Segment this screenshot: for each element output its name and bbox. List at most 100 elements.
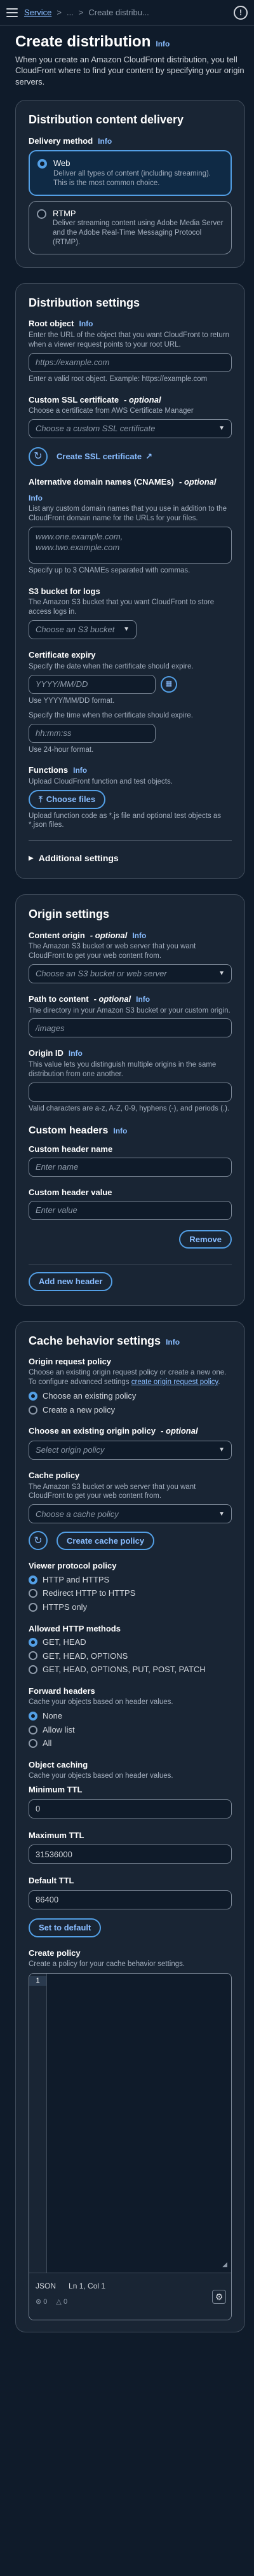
- optional-tag: - optional: [179, 477, 217, 487]
- radio-selected[interactable]: [37, 159, 47, 169]
- set-to-default-button[interactable]: Set to default: [29, 1918, 102, 1937]
- warning-icon: △: [56, 2298, 62, 2306]
- radio-unselected[interactable]: [37, 209, 46, 219]
- maximum-ttl-label: Maximum TTL: [29, 1830, 84, 1840]
- warning-count[interactable]: △ 0: [56, 2297, 67, 2307]
- add-new-header-button[interactable]: Add new header: [29, 1272, 113, 1291]
- cache-behavior-container: Cache behavior settings Info Origin requ…: [15, 1320, 245, 2333]
- radio-get-head-options[interactable]: GET, HEAD, OPTIONS: [29, 1651, 232, 1662]
- choose-files-button[interactable]: ⤒ Choose files: [29, 789, 106, 809]
- radio-all[interactable]: All: [29, 1738, 232, 1749]
- breadcrumb-service-link[interactable]: Service: [24, 7, 51, 18]
- info-link[interactable]: Info: [113, 1126, 127, 1136]
- custom-header-value-field: Custom header value Enter value: [29, 1187, 232, 1220]
- origin-id-input[interactable]: [29, 1082, 232, 1102]
- create-cache-policy-button[interactable]: Create cache policy: [57, 1531, 155, 1551]
- s3-select-placeholder: Choose an S3 bucket: [36, 625, 115, 635]
- radio-all-methods[interactable]: GET, HEAD, OPTIONS, PUT, POST, PATCH: [29, 1664, 232, 1675]
- remove-row: Remove: [29, 1229, 232, 1249]
- radio-new-policy[interactable]: Create a new policy: [29, 1404, 232, 1416]
- info-link[interactable]: Info: [29, 493, 43, 503]
- path-input[interactable]: /images: [29, 1018, 232, 1038]
- delivery-title: Distribution content delivery: [29, 113, 184, 127]
- radio-https-only[interactable]: HTTPS only: [29, 1602, 232, 1613]
- resize-handle-icon[interactable]: ◢: [222, 2261, 227, 2269]
- radio-selected[interactable]: [29, 1712, 37, 1721]
- content-origin-select[interactable]: Choose an S3 bucket or web server ▼: [29, 964, 232, 983]
- content-origin-placeholder: Choose an S3 bucket or web server: [36, 969, 167, 979]
- origin-request-policy-label: Origin request policy: [29, 1356, 112, 1366]
- info-link[interactable]: Info: [156, 39, 170, 48]
- warning-icon[interactable]: !: [234, 5, 248, 20]
- cache-policy-select[interactable]: Choose a cache policy ▼: [29, 1504, 232, 1524]
- code-area[interactable]: [47, 1974, 231, 2273]
- cnames-textarea[interactable]: www.one.example.com, www.two.example.com: [29, 526, 232, 564]
- create-ssl-certificate-link[interactable]: Create SSL certificate ↗: [57, 451, 152, 462]
- info-link[interactable]: Info: [136, 994, 150, 1004]
- date-input[interactable]: YYYY/MM/DD: [29, 674, 156, 694]
- code-editor[interactable]: 1 ◢ JSON Ln 1, Col 1 ⊗ 0 △ 0 ⚙: [29, 1973, 232, 2321]
- radio-selected[interactable]: [29, 1637, 37, 1647]
- error-count[interactable]: ⊗ 0: [36, 2297, 47, 2307]
- radio-unselected[interactable]: [29, 1589, 37, 1598]
- breadcrumb-ellipsis[interactable]: ...: [67, 7, 74, 18]
- breadcrumb-current: Create distribu...: [88, 7, 149, 17]
- radio-unselected[interactable]: [29, 1651, 37, 1661]
- remove-button[interactable]: Remove: [179, 1229, 232, 1249]
- info-link[interactable]: Info: [166, 1337, 180, 1347]
- radio-none[interactable]: None: [29, 1710, 232, 1722]
- custom-header-name-input[interactable]: Enter name: [29, 1157, 232, 1177]
- origin-policy-select[interactable]: Select origin policy ▼: [29, 1440, 232, 1460]
- info-link[interactable]: Info: [69, 1048, 83, 1058]
- radio-unselected[interactable]: [29, 1665, 37, 1674]
- info-link[interactable]: Info: [79, 319, 93, 329]
- delivery-option-web[interactable]: Web Deliver all types of content (includ…: [29, 150, 232, 196]
- calendar-icon[interactable]: ▦: [161, 675, 177, 693]
- radio-unselected[interactable]: [29, 1739, 37, 1748]
- delivery-option-rtmp[interactable]: RTMP Deliver streaming content using Ado…: [29, 200, 232, 255]
- root-object-hint: Enter a valid root object. Example: http…: [29, 375, 208, 383]
- ssl-certificate-select[interactable]: Choose a custom SSL certificate ▼: [29, 419, 232, 439]
- radio-selected[interactable]: [29, 1575, 37, 1584]
- radio-label: Redirect HTTP to HTTPS: [43, 1588, 136, 1598]
- additional-settings-toggle[interactable]: ▶ Additional settings: [29, 848, 232, 864]
- path-description: The directory in your Amazon S3 bucket o…: [29, 1006, 231, 1014]
- editor-mode-row: JSON Ln 1, Col 1: [36, 2281, 105, 2291]
- viewer-protocol-label: Viewer protocol policy: [29, 1561, 117, 1571]
- custom-headers-title-text: Custom headers: [29, 1125, 109, 1136]
- line-gutter: 1: [29, 1974, 47, 2273]
- menu-icon[interactable]: [6, 8, 18, 17]
- radio-get-head[interactable]: GET, HEAD: [29, 1637, 232, 1648]
- radio-allow-list[interactable]: Allow list: [29, 1724, 232, 1736]
- info-link[interactable]: Info: [98, 136, 112, 146]
- radio-selected[interactable]: [29, 1392, 37, 1401]
- refresh-icon[interactable]: ↻: [29, 1531, 48, 1551]
- page-content: Create distribution Info When you create…: [0, 25, 254, 2333]
- radio-unselected[interactable]: [29, 1725, 37, 1735]
- custom-header-value-input[interactable]: Enter value: [29, 1200, 232, 1220]
- radio-redirect-https[interactable]: Redirect HTTP to HTTPS: [29, 1588, 232, 1599]
- default-ttl-input[interactable]: 86400: [29, 1890, 232, 1910]
- radio-http-https[interactable]: HTTP and HTTPS: [29, 1574, 232, 1586]
- s3-bucket-select[interactable]: Choose an S3 bucket ▼: [29, 620, 137, 640]
- root-object-input[interactable]: https://example.com: [29, 352, 232, 372]
- info-link[interactable]: Info: [132, 931, 146, 941]
- create-policy-field: Create policy Create a policy for your c…: [29, 1948, 232, 2321]
- upload-icon: ⤒: [39, 794, 43, 804]
- origin-id-hint: Valid characters are a-z, A-Z, 0-9, hyph…: [29, 1104, 230, 1112]
- gear-icon[interactable]: ⚙: [212, 2290, 226, 2304]
- radio-existing-policy[interactable]: Choose an existing policy: [29, 1390, 232, 1402]
- info-link[interactable]: Info: [73, 765, 87, 775]
- refresh-icon[interactable]: ↻: [29, 447, 48, 467]
- create-origin-request-policy-link[interactable]: create origin request policy: [131, 1378, 218, 1386]
- minimum-ttl-input[interactable]: 0: [29, 1799, 232, 1818]
- editor-body[interactable]: 1 ◢: [29, 1974, 231, 2273]
- maximum-ttl-input[interactable]: 31536000: [29, 1845, 232, 1864]
- distribution-settings-container: Distribution settings Root object Info E…: [15, 283, 245, 880]
- radio-unselected[interactable]: [29, 1602, 37, 1612]
- radio-unselected[interactable]: [29, 1405, 37, 1415]
- default-ttl-label: Default TTL: [29, 1876, 74, 1886]
- caret-right-icon: ▶: [29, 855, 34, 862]
- root-object-field: Root object Info Enter the URL of the ob…: [29, 318, 232, 384]
- time-input[interactable]: hh:mm:ss: [29, 723, 156, 743]
